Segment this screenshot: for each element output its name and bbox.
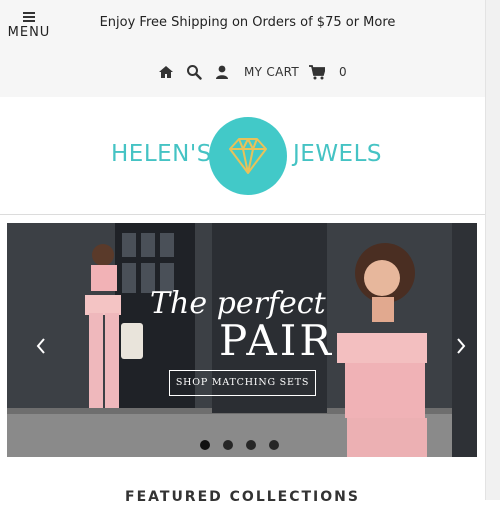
page-scrollbar[interactable] (485, 0, 500, 500)
logo-mark[interactable] (209, 117, 287, 195)
cart-icon[interactable] (308, 64, 325, 80)
slide-dot-1[interactable] (200, 440, 210, 450)
hero-title: PAIR (219, 316, 334, 365)
cart-link[interactable]: MY CART (244, 65, 299, 79)
promo-banner: Enjoy Free Shipping on Orders of $75 or … (99, 15, 396, 30)
featured-collections-heading: FEATURED COLLECTIONS (125, 489, 360, 505)
home-icon[interactable] (158, 64, 174, 80)
user-icon[interactable] (214, 64, 230, 80)
top-bar: MENU Enjoy Free Shipping on Orders of $7… (0, 0, 485, 97)
search-icon[interactable] (186, 64, 202, 80)
slide-dot-4[interactable] (269, 440, 279, 450)
chevron-left-icon[interactable] (36, 337, 46, 355)
hamburger-icon (23, 12, 35, 22)
slide-dot-2[interactable] (223, 440, 233, 450)
menu-button[interactable]: MENU (5, 12, 53, 42)
logo-text-left[interactable]: HELEN'S (111, 141, 212, 167)
slide-dot-3[interactable] (246, 440, 256, 450)
chevron-right-icon[interactable] (456, 337, 466, 355)
slide-indicators (200, 440, 292, 450)
menu-label: MENU (7, 25, 51, 40)
shop-matching-sets-button[interactable]: SHOP MATCHING SETS (169, 370, 316, 396)
utility-nav: MY CART 0 (158, 62, 347, 82)
cart-count: 0 (338, 65, 347, 79)
logo-text-right[interactable]: JEWELS (293, 141, 382, 167)
header-divider (0, 214, 485, 215)
diamond-icon (229, 138, 267, 174)
